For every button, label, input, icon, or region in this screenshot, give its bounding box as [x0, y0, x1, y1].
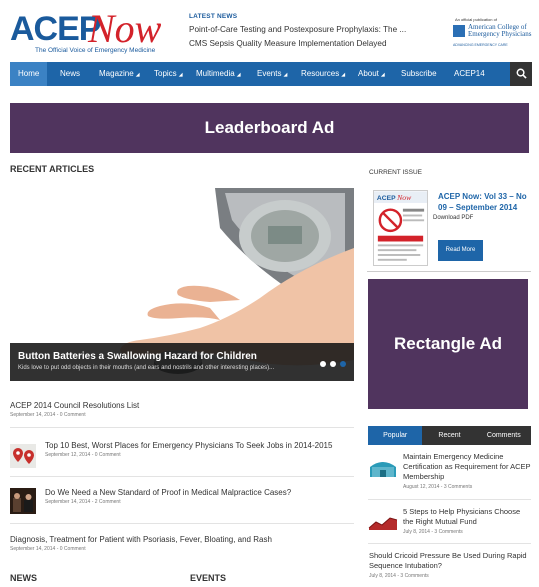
- rectangle-ad[interactable]: Rectangle Ad: [368, 279, 528, 409]
- main-nav: Home News Magazine ◢ Topics ◢ Multimedia ◢ …: [10, 62, 532, 86]
- nav-item-multimedia[interactable]: Multimedia ◢: [196, 62, 241, 86]
- site-header: ACEP Now The Official Voice of Emergency…: [0, 0, 539, 60]
- leaderboard-ad[interactable]: Leaderboard Ad: [10, 103, 529, 153]
- caret-down-icon: ◢: [178, 72, 183, 78]
- article-meta: September 14, 2014 - 0 Comment: [10, 412, 86, 418]
- latest-news-label: LATEST NEWS: [189, 13, 238, 20]
- nav-item-subscribe[interactable]: Subscribe: [401, 62, 437, 86]
- divider: [10, 476, 354, 477]
- slider-dot[interactable]: [330, 361, 336, 367]
- caret-down-icon: ◢: [341, 72, 346, 78]
- nav-item-label: Topics: [154, 69, 177, 78]
- nav-item-label: Resources: [301, 69, 340, 78]
- divider: [10, 523, 354, 524]
- sidebar-post-meta: July 8, 2014 - 3 Comments: [403, 529, 463, 535]
- logo-now-text: Now: [88, 6, 162, 51]
- logo-acep-text: ACEP: [10, 10, 101, 48]
- nav-item-label: Home: [18, 69, 40, 78]
- nav-item-label: News: [60, 69, 81, 78]
- article-meta: September 14, 2014 - 2 Comment: [45, 499, 121, 505]
- sidebar-tabs: Popular Recent Comments: [368, 426, 531, 445]
- tab-popular[interactable]: Popular: [368, 426, 423, 445]
- sidebar-post: 5 Steps to Help Physicians Choose the Ri…: [403, 507, 531, 535]
- courtroom-thumbnail[interactable]: [10, 488, 36, 514]
- article-title[interactable]: ACEP 2014 Council Resolutions List: [10, 401, 139, 410]
- building-thumbnail[interactable]: [368, 455, 398, 479]
- current-issue-heading: CURRENT ISSUE: [369, 169, 422, 176]
- nav-item-topics[interactable]: Topics ◢: [154, 62, 183, 86]
- nav-item-label: ACEP14: [454, 69, 485, 78]
- article-meta: September 14, 2014 - 0 Comment: [10, 546, 86, 552]
- badge-org-name: American College of Emergency Physicians: [468, 23, 532, 38]
- acep-emblem-icon: [453, 25, 465, 37]
- nav-item-label: Subscribe: [401, 69, 437, 78]
- caret-down-icon: ◢: [283, 72, 288, 78]
- nav-item-label: About: [358, 69, 379, 78]
- nav-item-news[interactable]: News: [60, 62, 80, 86]
- article-title[interactable]: Do We Need a New Standard of Proof in Me…: [45, 488, 291, 497]
- badge-subtext: ADVANCING EMERGENCY CARE: [453, 43, 508, 47]
- slider-title[interactable]: Button Batteries a Swallowing Hazard for…: [18, 351, 257, 362]
- caret-down-icon: ◢: [236, 72, 241, 78]
- article-title[interactable]: Diagnosis, Treatment for Patient with Ps…: [10, 535, 272, 544]
- slider-dot[interactable]: [340, 361, 346, 367]
- divider: [368, 543, 531, 544]
- slider-caption: Button Batteries a Swallowing Hazard for…: [10, 343, 354, 381]
- slider-excerpt: Kids love to put odd objects in their mo…: [18, 365, 275, 371]
- search-icon: [516, 68, 527, 79]
- logo-tagline: The Official Voice of Emergency Medicine: [35, 47, 156, 54]
- article-meta: September 12, 2014 - 0 Comment: [45, 452, 121, 458]
- caret-down-icon: ◢: [135, 72, 140, 78]
- latest-news-link[interactable]: Point-of-Care Testing and Postexposure P…: [189, 25, 419, 34]
- magazine-cover-image[interactable]: ACEP Now: [373, 190, 428, 266]
- article-title[interactable]: Top 10 Best, Worst Places for Emergency …: [45, 441, 332, 450]
- tab-comments[interactable]: Comments: [477, 426, 531, 445]
- events-heading: EVENTS: [190, 573, 227, 583]
- acep-publisher-badge[interactable]: An official publication of American Coll…: [453, 17, 537, 51]
- badge-small-text: An official publication of: [455, 17, 497, 22]
- news-heading: NEWS: [10, 573, 37, 583]
- current-issue-title[interactable]: ACEP Now: Vol 33 – No 09 – September 201…: [438, 191, 530, 213]
- nav-item-about[interactable]: About ◢: [358, 62, 385, 86]
- article-item: Diagnosis, Treatment for Patient with Ps…: [10, 535, 272, 552]
- nav-item-events[interactable]: Events ◢: [257, 62, 287, 86]
- money-chart-thumbnail[interactable]: [368, 510, 398, 534]
- sidebar-post-title[interactable]: 5 Steps to Help Physicians Choose the Ri…: [403, 507, 531, 527]
- divider: [367, 271, 531, 272]
- read-more-button[interactable]: Read More: [438, 240, 483, 261]
- nav-item-magazine[interactable]: Magazine ◢: [99, 62, 140, 86]
- map-pins-thumbnail[interactable]: [10, 444, 36, 468]
- nav-item-home[interactable]: Home: [10, 62, 48, 86]
- nav-item-label: Magazine: [99, 69, 134, 78]
- search-button[interactable]: [510, 62, 532, 86]
- nav-item-label: Multimedia: [196, 69, 235, 78]
- download-pdf-link[interactable]: Download PDF: [433, 215, 473, 221]
- latest-news-link[interactable]: CMS Sepsis Quality Measure Implementatio…: [189, 39, 419, 48]
- sidebar-post-title[interactable]: Maintain Emergency Medicine Certificatio…: [403, 452, 531, 482]
- tab-recent[interactable]: Recent: [422, 426, 476, 445]
- divider: [10, 427, 354, 428]
- divider: [368, 499, 531, 500]
- recent-articles-heading: RECENT ARTICLES: [10, 164, 95, 174]
- sidebar-post-meta: July 8, 2014 - 3 Comments: [369, 573, 429, 579]
- sidebar-post: Should Cricoid Pressure Be Used During R…: [369, 551, 531, 579]
- acep-now-logo[interactable]: ACEP Now The Official Voice of Emergency…: [10, 6, 175, 57]
- sidebar-post-title[interactable]: Should Cricoid Pressure Be Used During R…: [369, 551, 531, 571]
- latest-news: LATEST NEWS Point-of-Care Testing and Po…: [189, 13, 419, 48]
- svg-text:ACEP: ACEP: [377, 195, 396, 202]
- nav-item-label: Events: [257, 69, 282, 78]
- article-item: Top 10 Best, Worst Places for Emergency …: [45, 441, 332, 458]
- sidebar-post: Maintain Emergency Medicine Certificatio…: [403, 452, 531, 490]
- svg-text:Now: Now: [396, 193, 412, 202]
- nav-item-resources[interactable]: Resources ◢: [301, 62, 345, 86]
- caret-down-icon: ◢: [380, 72, 385, 78]
- featured-slider[interactable]: Button Batteries a Swallowing Hazard for…: [10, 188, 354, 382]
- slider-dot[interactable]: [320, 361, 326, 367]
- article-item: Do We Need a New Standard of Proof in Me…: [45, 488, 291, 505]
- article-item: ACEP 2014 Council Resolutions List Septe…: [10, 401, 139, 418]
- slider-pagination: [320, 361, 346, 367]
- sidebar-post-meta: August 12, 2014 - 3 Comments: [403, 484, 473, 490]
- nav-item-acep14[interactable]: ACEP14: [454, 62, 485, 86]
